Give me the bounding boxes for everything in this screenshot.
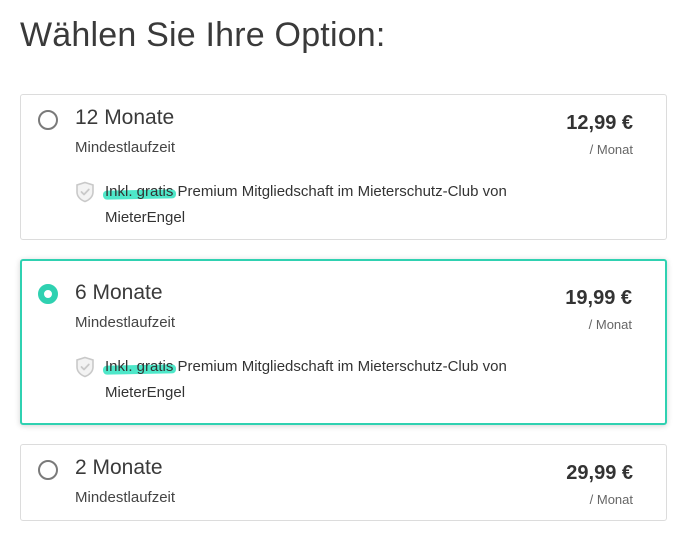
- benefit-highlight-text: Inkl. gratis: [105, 358, 174, 375]
- option-card-6-months[interactable]: 6 Monate Mindestlaufzeit 19,99 € / Monat…: [20, 259, 667, 425]
- option-card-2-months[interactable]: 2 Monate Mindestlaufzeit 29,99 € / Monat: [20, 444, 667, 521]
- option-card-12-months[interactable]: 12 Monate Mindestlaufzeit 12,99 € / Mona…: [20, 94, 667, 240]
- benefit-text: Inkl. gratis Premium Mitgliedschaft im M…: [102, 354, 575, 406]
- shield-icon: [76, 181, 94, 203]
- option-term: 6 Monate: [75, 281, 163, 304]
- option-price: 29,99 €: [566, 462, 633, 484]
- option-price: 12,99 €: [566, 112, 633, 134]
- option-price-unit: / Monat: [588, 317, 632, 332]
- option-subterm: Mindestlaufzeit: [75, 139, 176, 156]
- radio-button-2-months[interactable]: [38, 460, 58, 480]
- radio-button-6-months-selected[interactable]: [38, 284, 58, 304]
- option-benefit: Inkl. gratis Premium Mitgliedschaft im M…: [75, 179, 575, 231]
- radio-button-12-months[interactable]: [38, 110, 58, 130]
- benefit-highlight-text: Inkl. gratis: [105, 183, 174, 200]
- option-term: 12 Monate: [75, 106, 175, 129]
- option-subterm: Mindestlaufzeit: [75, 314, 176, 331]
- benefit-text: Inkl. gratis Premium Mitgliedschaft im M…: [102, 179, 575, 231]
- option-benefit: Inkl. gratis Premium Mitgliedschaft im M…: [75, 354, 575, 406]
- benefit-highlight: Inkl. gratis: [102, 354, 177, 380]
- option-term: 2 Monate: [75, 456, 163, 479]
- option-subterm: Mindestlaufzeit: [75, 489, 176, 506]
- option-price-unit: / Monat: [589, 492, 633, 507]
- option-price: 19,99 €: [565, 287, 632, 309]
- option-price-unit: / Monat: [589, 142, 633, 157]
- benefit-highlight: Inkl. gratis: [102, 179, 177, 205]
- shield-icon: [76, 356, 94, 378]
- page-title: Wählen Sie Ihre Option:: [20, 16, 386, 54]
